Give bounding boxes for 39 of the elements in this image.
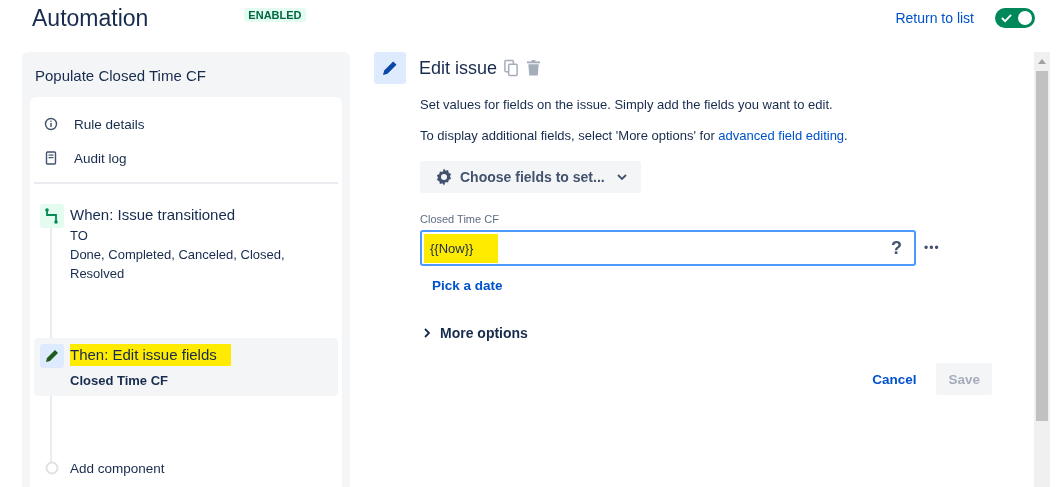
settings-icon	[434, 167, 454, 187]
status-lozenge: ENABLED	[244, 8, 306, 22]
scroll-up-arrow-icon[interactable]	[1038, 59, 1046, 64]
step-title[interactable]: Add component	[70, 458, 165, 480]
scrollbar[interactable]	[1034, 52, 1050, 487]
copy-icon[interactable]	[504, 59, 520, 77]
page-title: Automation	[32, 4, 149, 32]
choose-fields-button[interactable]: Choose fields to set...	[420, 161, 641, 193]
enable-toggle[interactable]	[995, 8, 1035, 28]
more-actions-button[interactable]: •••	[924, 241, 940, 255]
step-detail: Done, Completed, Canceled, Closed, Resolved	[70, 246, 286, 283]
nav-item[interactable]: Audit log	[74, 150, 127, 166]
pencil-icon	[374, 52, 406, 84]
info-icon	[44, 117, 58, 131]
hint-text: To display additional fields, select 'More options' for advanced field editing.	[420, 127, 849, 145]
date-input-field[interactable]: {{Now}} ?	[420, 230, 916, 266]
editor-title: Edit issue	[419, 57, 498, 79]
nav-item[interactable]: Rule details	[74, 116, 145, 132]
step-title[interactable]: Then: Edit issue fields	[70, 344, 231, 366]
help-button[interactable]: ?	[891, 237, 902, 259]
return-to-list-link[interactable]: Return to list	[895, 10, 974, 26]
advanced-editing-link[interactable]: advanced field editing	[718, 128, 845, 143]
rule-name: Populate Closed Time CF	[34, 66, 207, 86]
cancel-button[interactable]: Cancel	[860, 363, 929, 395]
document-icon	[44, 151, 58, 165]
selected-step[interactable]: Then: Edit issue fields Closed Time CF	[34, 338, 338, 396]
step-detail: TO	[70, 227, 89, 245]
branch-icon	[40, 204, 64, 228]
check-icon	[1001, 13, 1012, 23]
field-label: Closed Time CF	[420, 213, 500, 225]
step-title[interactable]: When: Issue transitioned	[70, 204, 236, 226]
description-text: Set values for fields on the issue. Simply add the fields you want to edit.	[420, 96, 834, 114]
trash-icon[interactable]	[526, 59, 542, 77]
step-detail: Closed Time CF	[70, 372, 169, 390]
chevron-down-icon	[616, 174, 627, 180]
chevron-right-icon	[424, 328, 430, 338]
pick-date-link[interactable]: Pick a date	[432, 278, 503, 293]
more-options-toggle[interactable]: More options	[424, 325, 1034, 341]
pencil-icon	[40, 344, 64, 368]
